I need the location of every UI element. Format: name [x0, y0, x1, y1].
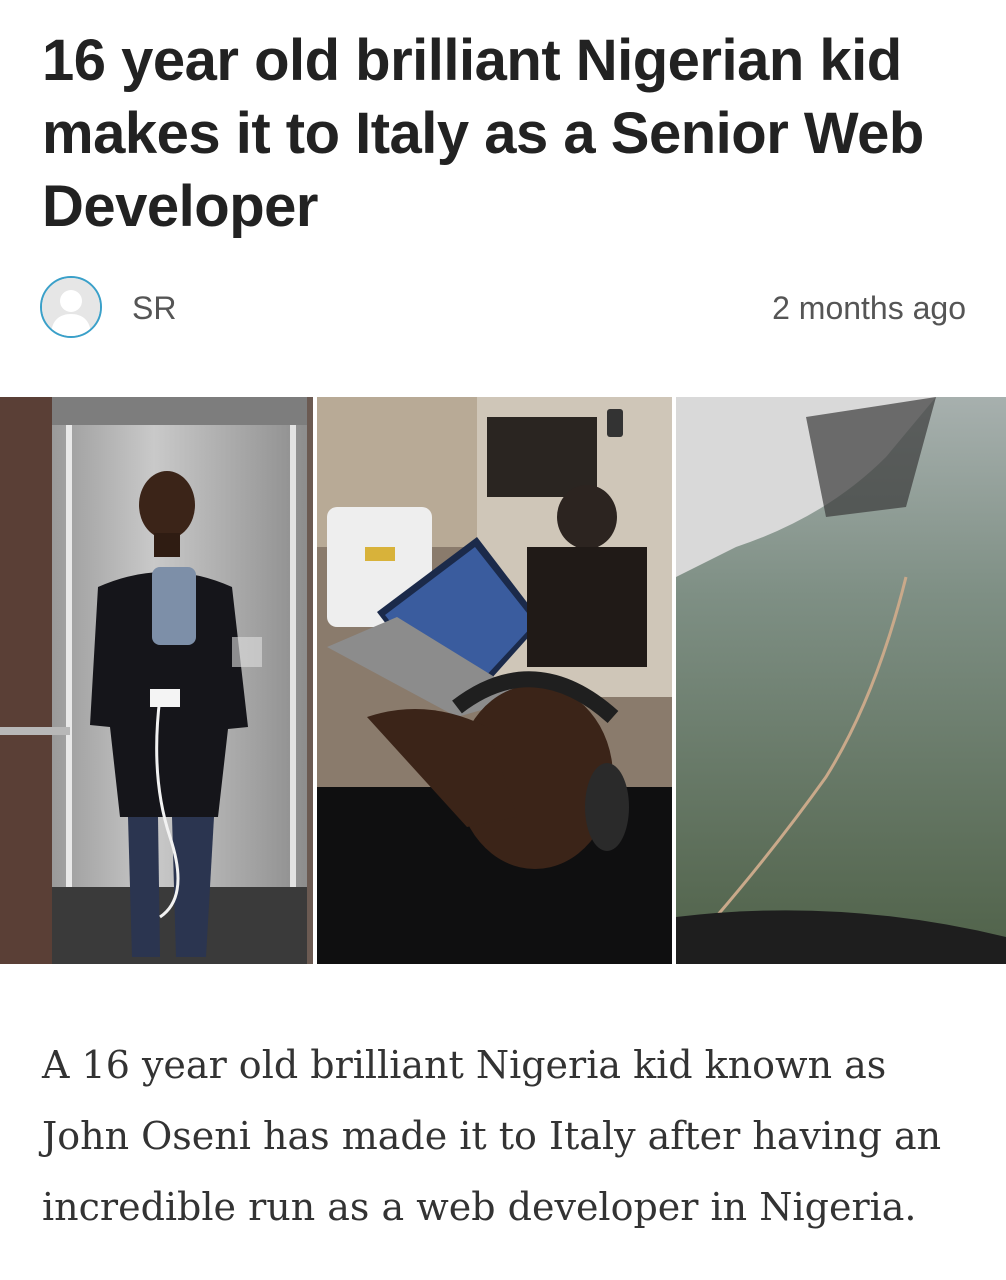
post-time: 2 months ago [772, 290, 966, 326]
author-avatar[interactable] [40, 276, 102, 338]
photo-laptop-selfie[interactable] [317, 397, 672, 964]
article-meta: SR 2 months ago [40, 276, 966, 342]
article-paragraph: A 16 year old brilliant Nigeria kid know… [42, 1043, 942, 1229]
photo-collage [0, 397, 1006, 964]
photo-elevator-selfie[interactable] [0, 397, 313, 964]
author-name[interactable]: SR [132, 290, 176, 327]
user-placeholder-icon [42, 278, 100, 336]
article-title: 16 year old brilliant Nigerian kid makes… [42, 28, 924, 239]
photo-airplane-window[interactable] [676, 397, 1006, 964]
